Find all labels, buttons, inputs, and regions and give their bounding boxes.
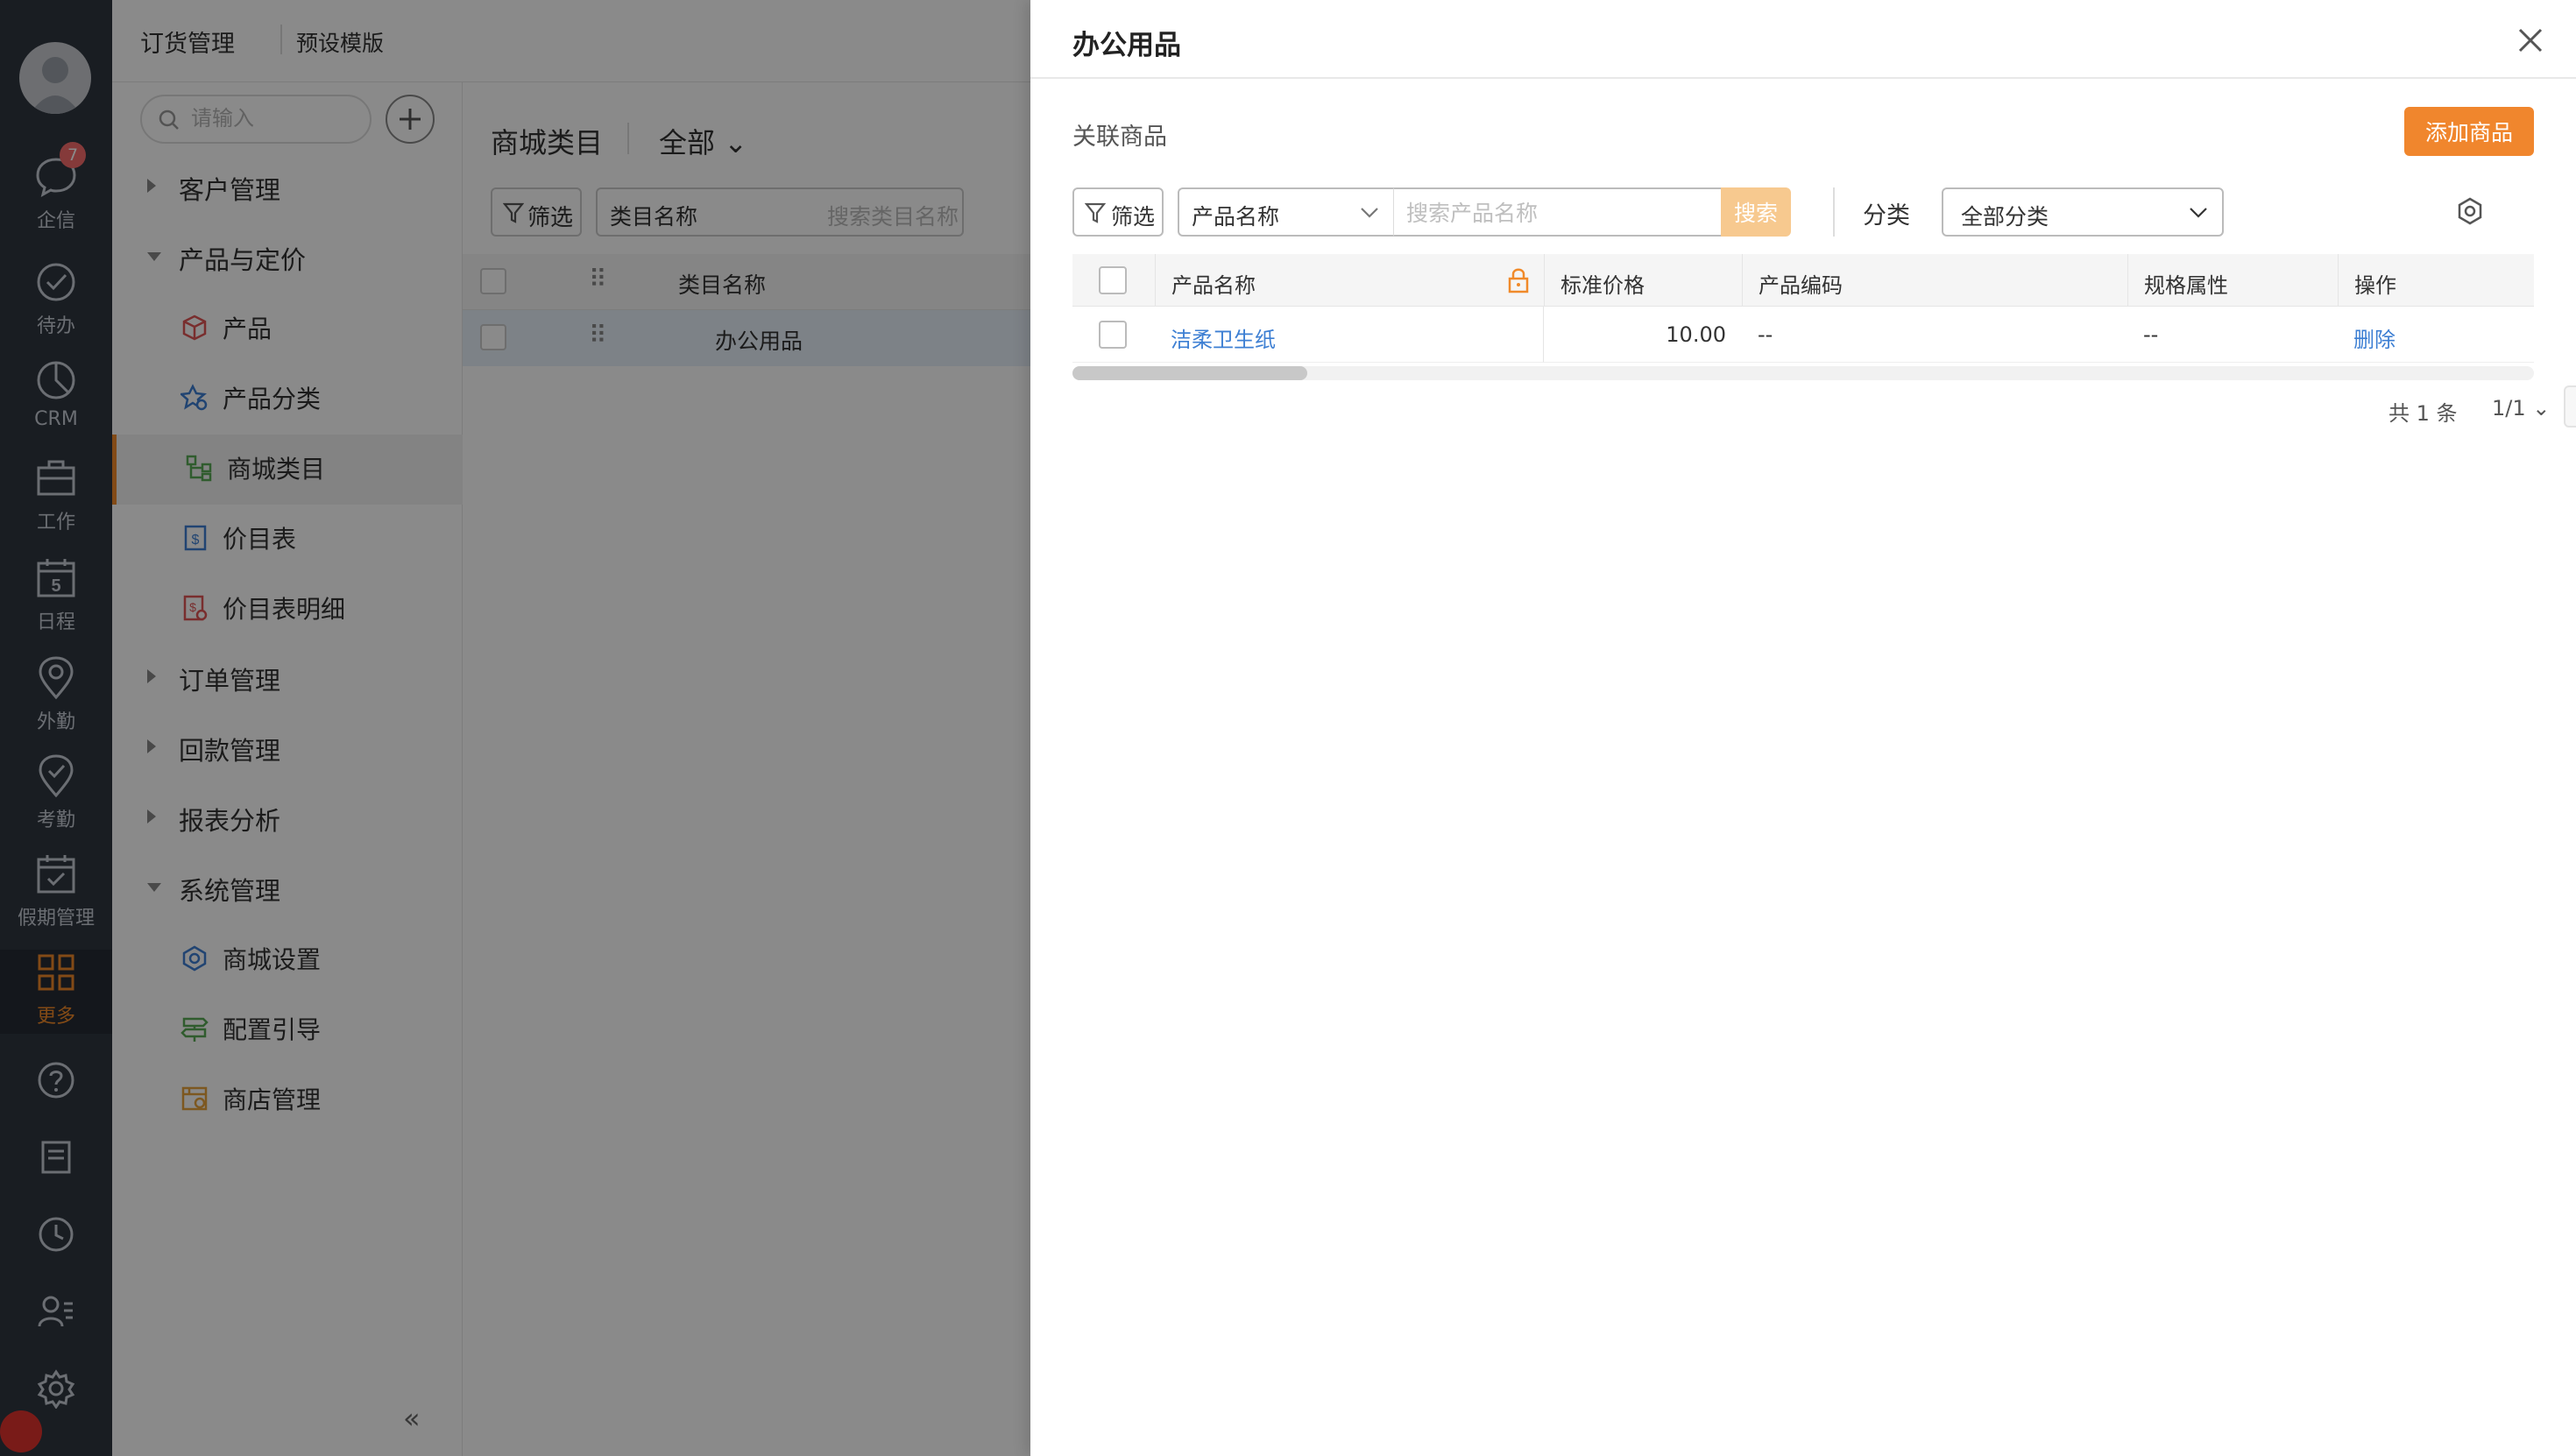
add-product-button[interactable]: 添加商品 [2404,107,2534,156]
product-name-link[interactable]: 洁柔卫生纸 [1171,322,1276,353]
select-all-checkbox[interactable] [1099,266,1127,294]
table-header-cell: 产品名称 [1155,254,1544,307]
filter-button[interactable]: 筛选 [1072,187,1164,237]
horizontal-scrollbar[interactable] [1072,366,2534,380]
page-indicator: 1/1 [2492,396,2526,421]
search-field-select[interactable]: 产品名称 [1178,187,1393,237]
prev-page-button[interactable] [2564,385,2576,428]
chevron-down-icon: ⌄ [2532,396,2551,421]
table-header-cell: 规格属性 [2127,254,2338,307]
table-row[interactable] [1072,307,1155,363]
product-search[interactable] [1393,187,1721,237]
column-header-name: 产品名称 [1171,273,1256,298]
column-header-code: 产品编码 [1759,273,1843,298]
lock-icon [1508,268,1529,293]
search-button[interactable]: 搜索 [1721,187,1791,237]
category-select[interactable]: 全部分类 [1942,187,2224,237]
table-header-cell: 标准价格 [1544,254,1742,307]
detail-drawer: 办公用品 关联商品 添加商品 筛选 产品名称 搜索 分类 全部分类 产品名称 标… [1030,0,2576,1456]
chevron-down-icon [1361,208,1378,218]
column-header-spec: 规格属性 [2144,273,2228,298]
product-search-input[interactable] [1406,198,1704,228]
page-select[interactable]: 1/1 ⌄ [2492,396,2550,421]
column-settings-icon[interactable] [2455,196,2485,226]
search-field-value: 产品名称 [1192,204,1280,230]
drawer-header: 办公用品 [1030,0,2576,79]
column-header-action: 操作 [2354,273,2396,298]
table-header-cell: 操作 [2338,254,2534,307]
table-cell: -- [2127,307,2338,363]
column-header-price: 标准价格 [1560,273,1645,298]
table-cell: 10.00 [1544,307,1742,363]
filter-icon [1085,202,1106,223]
divider [1833,187,1835,237]
table-cell: 删除 [2338,307,2534,363]
scrollbar-thumb[interactable] [1072,366,1307,380]
section-title: 关联商品 [1072,124,1167,151]
table-cell: 洁柔卫生纸 [1155,307,1544,363]
total-count: 共 1 条 [2388,401,2458,426]
table-cell: -- [1742,307,2127,363]
product-code: -- [1758,322,1773,347]
product-spec: -- [2143,322,2159,347]
close-icon[interactable] [2513,23,2548,58]
product-price: 10.00 [1666,322,1726,347]
chevron-down-icon [2190,208,2207,218]
delete-link[interactable]: 删除 [2353,322,2396,353]
category-select-value: 全部分类 [1961,204,2049,230]
filter-label: 筛选 [1111,204,1156,230]
drawer-title: 办公用品 [1072,30,1181,61]
table-header-cell: 产品编码 [1742,254,2127,307]
category-label: 分类 [1863,202,1910,230]
table-header-cell [1072,254,1155,307]
chevron-left-icon [2565,387,2576,426]
row-checkbox[interactable] [1099,321,1127,349]
